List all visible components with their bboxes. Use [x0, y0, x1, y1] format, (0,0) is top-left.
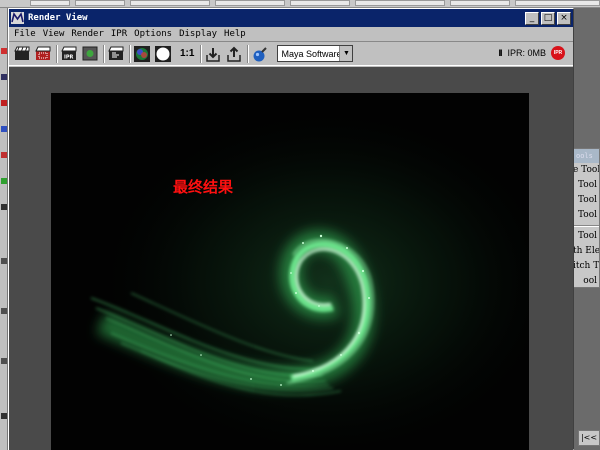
- ipr-clapboard-icon: IPR: [61, 46, 77, 61]
- chevron-down-icon[interactable]: ▼: [339, 46, 353, 61]
- display-alpha-channel-button[interactable]: [154, 45, 172, 63]
- tool-panel-divider: [573, 225, 599, 227]
- menu-help[interactable]: Help: [224, 29, 246, 39]
- shelf-tool-icon[interactable]: [1, 152, 7, 158]
- render-settings-icon: [253, 46, 268, 61]
- maya-logo-icon: [11, 12, 24, 24]
- shelf-tool-icon[interactable]: [1, 358, 7, 364]
- top-strip-segment: [290, 0, 350, 6]
- tool-panel-header: ools: [573, 149, 599, 163]
- shelf-tool-icon[interactable]: [1, 308, 7, 314]
- top-strip-segment: [75, 0, 125, 6]
- tool-panel-item[interactable]: Tool: [573, 208, 599, 223]
- remove-image-icon: [227, 46, 242, 62]
- toolbar-separator: [200, 44, 203, 63]
- shelf-tool-icon[interactable]: [1, 48, 7, 54]
- menu-render[interactable]: Render: [71, 29, 104, 39]
- remove-image-button[interactable]: [225, 45, 243, 63]
- title-bar[interactable]: Render View _ □ ×: [9, 9, 573, 27]
- clapboard-icon: [14, 46, 30, 60]
- top-strip-segment: [30, 0, 70, 6]
- rendered-image: 最终结果: [51, 93, 529, 450]
- menu-ipr[interactable]: IPR: [111, 29, 127, 39]
- refresh-ipr-icon: [82, 46, 98, 61]
- top-strip-segment: [215, 0, 285, 6]
- toolbar-separator: [129, 44, 131, 63]
- renderer-selected-value: Maya Software: [281, 48, 342, 59]
- refresh-ipr-button[interactable]: [81, 45, 99, 63]
- menu-options[interactable]: Options: [134, 29, 172, 39]
- render-settings-button[interactable]: [251, 45, 269, 63]
- render-toolbar: IPR 1:1 Maya Software ▼ II IPR: 0MB IPR: [9, 41, 573, 66]
- shelf-tool-icon[interactable]: [1, 258, 7, 264]
- shelf-tool-icon[interactable]: [1, 126, 7, 132]
- menu-bar: File View Render IPR Options Display Hel…: [9, 27, 573, 41]
- top-strip-segment: [130, 0, 210, 6]
- keep-image-icon: [206, 47, 221, 62]
- pause-icon[interactable]: II: [498, 48, 502, 58]
- tool-panel-item[interactable]: itch T: [573, 259, 599, 274]
- real-size-button[interactable]: 1:1: [180, 48, 194, 59]
- ipr-status: II IPR: 0MB IPR: [498, 46, 565, 60]
- rgb-color-icon: [134, 45, 150, 62]
- tool-panel-item[interactable]: Tool: [573, 229, 599, 244]
- snapshot-button[interactable]: [107, 45, 125, 63]
- shelf-tool-icon[interactable]: [1, 413, 7, 419]
- toolbar-separator: [56, 44, 58, 63]
- overlay-caption: 最终结果: [173, 178, 234, 196]
- tool-box-shelf[interactable]: [0, 8, 8, 450]
- top-strip-segment: [355, 0, 445, 6]
- top-strip-segment: [515, 0, 600, 6]
- menu-view[interactable]: View: [43, 29, 65, 39]
- shelf-tool-icon[interactable]: [1, 204, 7, 210]
- shelf-tool-icon[interactable]: [1, 178, 7, 184]
- main-window-top-strip: [0, 0, 600, 8]
- minimize-button[interactable]: _: [525, 11, 539, 25]
- tool-settings-panel: ools e Tool Tool Tool Tool Tool th Ele i…: [572, 148, 600, 288]
- shelf-tool-icon[interactable]: [1, 74, 7, 80]
- window-title: Render View: [28, 13, 88, 23]
- render-region-icon: [35, 46, 51, 60]
- first-frame-button[interactable]: |<<: [578, 430, 600, 446]
- tool-panel-item[interactable]: Tool: [573, 193, 599, 208]
- tool-panel-item[interactable]: e Tool: [573, 163, 599, 178]
- ipr-badge-icon[interactable]: IPR: [551, 46, 565, 60]
- tool-panel-item[interactable]: Tool: [573, 178, 599, 193]
- redo-previous-render-button[interactable]: [13, 45, 31, 63]
- toolbar-separator: [103, 44, 105, 63]
- render-viewport[interactable]: 最终结果: [9, 67, 573, 450]
- tool-panel-item[interactable]: ool: [573, 274, 599, 287]
- tool-panel-item[interactable]: th Ele: [573, 244, 599, 259]
- top-strip-segment: [450, 0, 510, 6]
- renderer-dropdown[interactable]: Maya Software ▼: [277, 45, 354, 62]
- svg-text:IPR: IPR: [64, 55, 74, 61]
- render-region-button[interactable]: [34, 45, 52, 63]
- snapshot-clapboard-icon: [108, 46, 124, 60]
- shelf-tool-icon[interactable]: [1, 100, 7, 106]
- ipr-render-button[interactable]: IPR: [60, 45, 78, 63]
- ipr-memory-label: IPR: 0MB: [507, 48, 546, 58]
- toolbar-separator: [247, 44, 250, 63]
- display-rgb-channels-button[interactable]: [133, 45, 151, 63]
- maximize-button[interactable]: □: [541, 11, 555, 25]
- glowing-swirl-image: [51, 93, 529, 450]
- menu-file[interactable]: File: [14, 29, 36, 39]
- alpha-channel-icon: [155, 45, 171, 62]
- menu-display[interactable]: Display: [179, 29, 217, 39]
- render-view-window: Render View _ □ × File View Render IPR O…: [8, 8, 574, 450]
- close-button[interactable]: ×: [557, 11, 571, 25]
- keep-image-button[interactable]: [204, 45, 222, 63]
